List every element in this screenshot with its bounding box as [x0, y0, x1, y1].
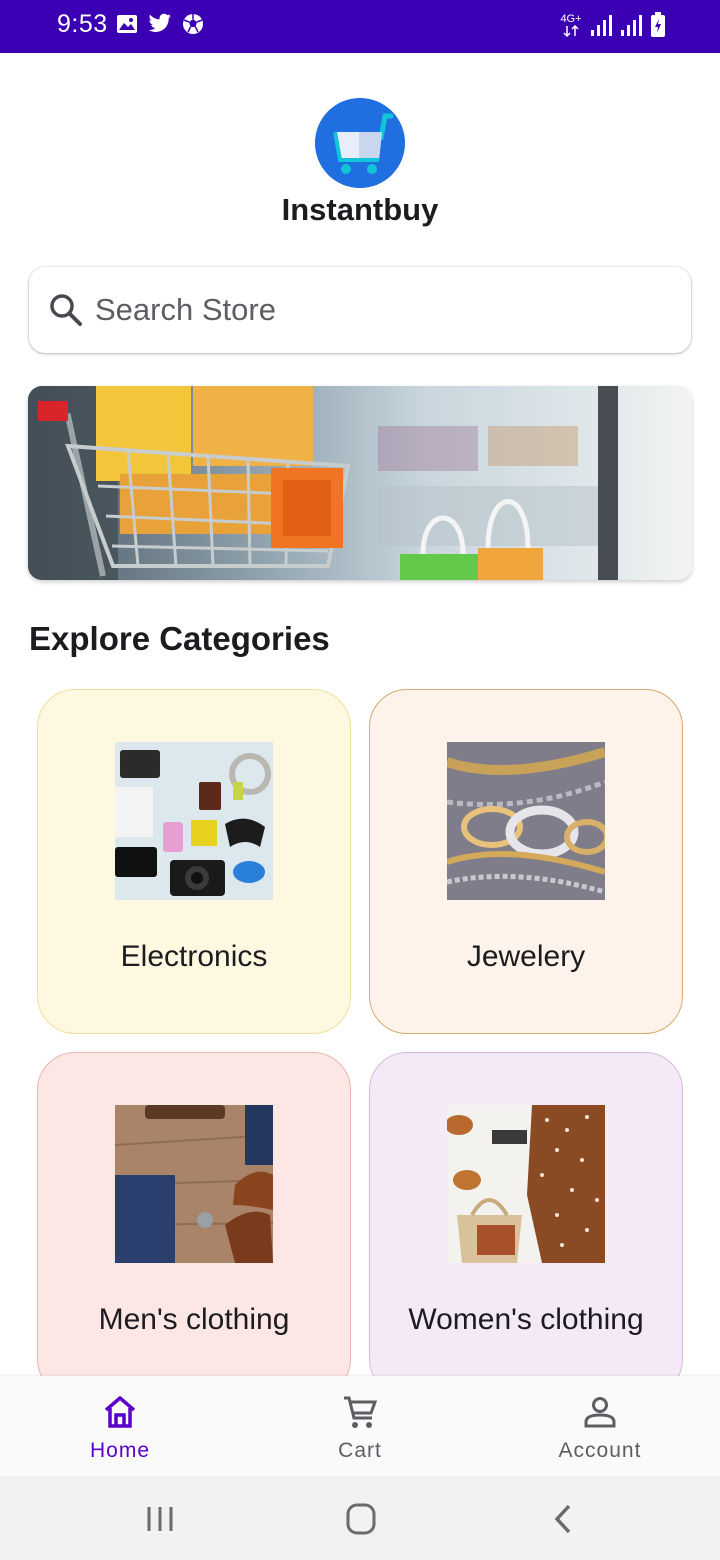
image-icon — [116, 13, 138, 40]
shopping-cart-banner-image — [28, 386, 692, 580]
battery-charging-icon — [650, 11, 666, 43]
jewelery-image — [447, 742, 605, 900]
app-title: Instantbuy — [281, 192, 439, 227]
category-label: Jewelery — [466, 940, 586, 973]
section-title: Explore Categories — [29, 620, 330, 657]
category-card-mens-clothing[interactable]: Men's clothing — [37, 1052, 351, 1397]
recents-icon[interactable] — [140, 1502, 180, 1536]
twitter-icon — [148, 13, 172, 40]
home-circle-icon[interactable] — [341, 1502, 381, 1536]
electronics-image — [115, 742, 273, 900]
signal-icon — [590, 13, 612, 42]
back-icon[interactable] — [543, 1502, 583, 1536]
system-navigation-bar — [0, 1476, 720, 1560]
search-input[interactable] — [95, 285, 665, 335]
promo-banner[interactable] — [28, 386, 692, 580]
nav-item-cart[interactable]: Cart — [240, 1376, 480, 1476]
category-label: Women's clothing — [408, 1303, 644, 1336]
nav-label-home: Home — [89, 1439, 151, 1462]
status-time: 9:53 — [57, 10, 108, 38]
status-bar: 9:53 4G+ — [0, 0, 720, 53]
category-card-electronics[interactable]: Electronics — [37, 689, 351, 1034]
search-bar[interactable] — [29, 267, 691, 353]
nav-label-cart: Cart — [338, 1439, 382, 1462]
nav-item-account[interactable]: Account — [480, 1376, 720, 1476]
cart-icon — [344, 1396, 378, 1428]
person-icon — [584, 1397, 616, 1428]
nav-label-account: Account — [558, 1439, 642, 1462]
app-logo — [315, 98, 405, 188]
category-card-jewelery[interactable]: Jewelery — [369, 689, 683, 1034]
mens-clothing-image — [115, 1105, 273, 1263]
bottom-navigation: Home Cart Account — [0, 1376, 720, 1476]
network-label: 4G+ — [560, 13, 582, 25]
data-4g-icon: 4G+ — [560, 14, 582, 40]
category-label: Men's clothing — [98, 1303, 290, 1336]
signal-icon — [620, 13, 642, 42]
search-icon — [50, 294, 82, 326]
shopping-cart-icon — [315, 98, 405, 188]
nav-item-home[interactable]: Home — [0, 1376, 240, 1476]
home-icon — [104, 1396, 136, 1428]
womens-clothing-image — [447, 1105, 605, 1263]
soccer-ball-icon — [182, 13, 204, 40]
category-card-womens-clothing[interactable]: Women's clothing — [369, 1052, 683, 1397]
category-label: Electronics — [120, 940, 268, 973]
